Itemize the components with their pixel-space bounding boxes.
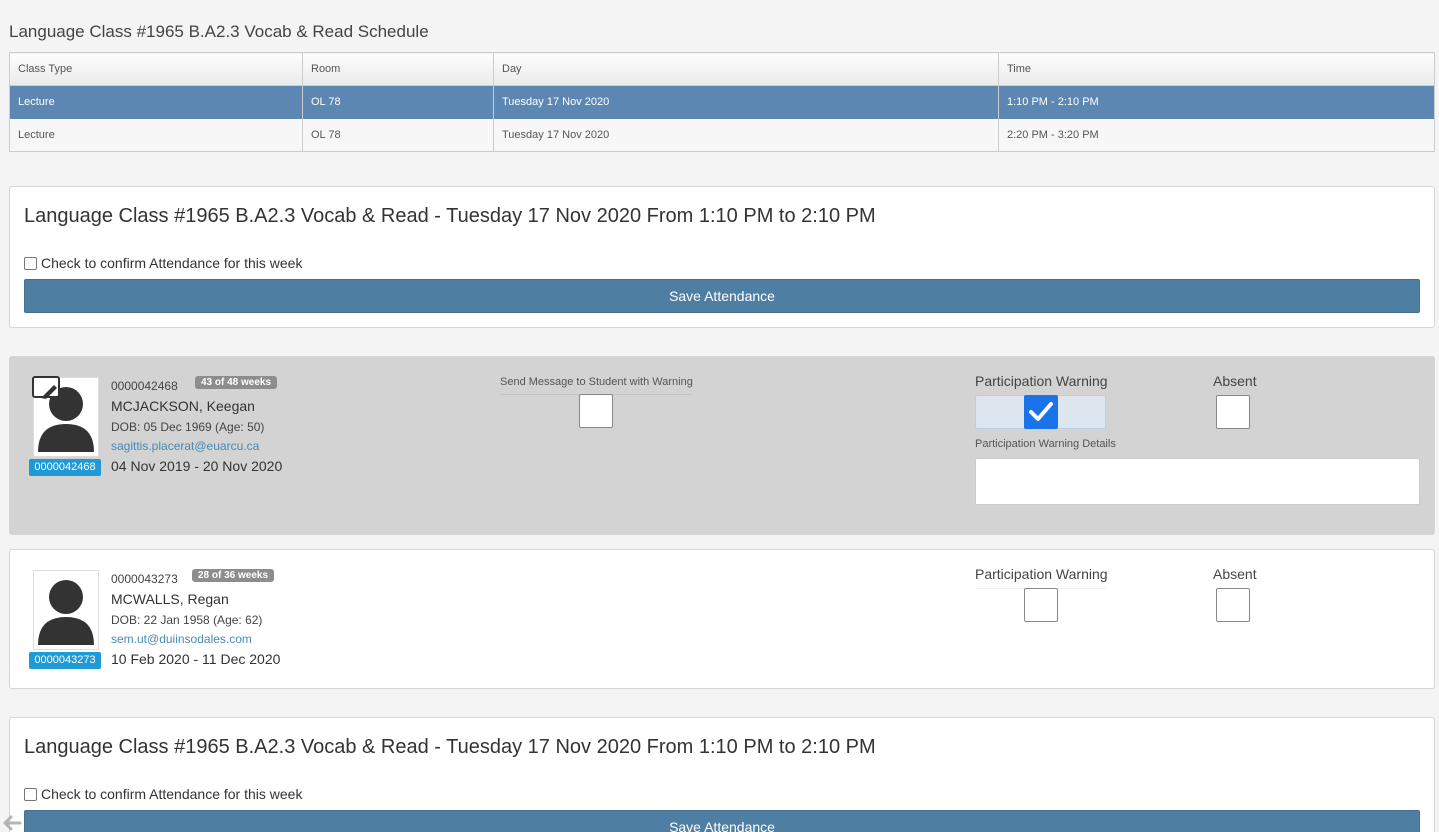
student-email[interactable]: sagittis.placerat@euarcu.ca xyxy=(111,439,259,453)
schedule-header-row: Class Type Room Day Time xyxy=(9,52,1435,86)
enrolment-dates: 10 Feb 2020 - 11 Dec 2020 xyxy=(111,651,281,667)
cell-room: OL 78 xyxy=(302,118,494,152)
cell-day: Tuesday 17 Nov 2020 xyxy=(493,118,999,152)
column-header-day[interactable]: Day xyxy=(493,52,999,86)
absent-label: Absent xyxy=(1213,373,1257,389)
schedule-title: Language Class #1965 B.A2.3 Vocab & Read… xyxy=(9,22,429,41)
student-name: MCWALLS, Regan xyxy=(111,591,229,607)
weeks-badge: 43 of 48 weeks xyxy=(195,376,278,389)
absent-label: Absent xyxy=(1213,566,1257,582)
participation-warning-label: Participation Warning xyxy=(975,373,1108,389)
cell-time: 2:20 PM - 3:20 PM xyxy=(998,118,1435,152)
column-header-room[interactable]: Room xyxy=(302,52,494,86)
confirm-attendance-checkbox[interactable] xyxy=(24,256,37,270)
enrolment-dates: 04 Nov 2019 - 20 Nov 2020 xyxy=(111,458,283,474)
confirm-attendance-checkbox[interactable] xyxy=(24,787,37,801)
table-row[interactable]: Lecture OL 78 Tuesday 17 Nov 2020 2:20 P… xyxy=(9,118,1435,152)
student-card: 0000043273 0000043273 28 of 36 weeks MCW… xyxy=(9,549,1435,689)
confirm-attendance-label: Check to confirm Attendance for this wee… xyxy=(41,255,303,271)
participation-warning-checkbox[interactable] xyxy=(1024,588,1058,622)
send-message-checkbox[interactable] xyxy=(579,394,613,428)
session-title: Language Class #1965 B.A2.3 Vocab & Read… xyxy=(24,205,876,227)
student-email[interactable]: sem.ut@duiinsodales.com xyxy=(111,632,252,646)
warning-details-textarea[interactable] xyxy=(975,458,1420,505)
student-id: 0000042468 xyxy=(111,379,178,393)
avatar xyxy=(33,570,99,650)
session-panel-bottom: Language Class #1965 B.A2.3 Vocab & Read… xyxy=(9,717,1435,832)
save-attendance-button[interactable]: Save Attendance xyxy=(24,810,1420,832)
confirm-attendance-row[interactable]: Check to confirm Attendance for this wee… xyxy=(24,786,302,802)
weeks-badge: 28 of 36 weeks xyxy=(192,569,275,582)
participation-warning-checkbox[interactable] xyxy=(1024,395,1058,429)
participation-warning-label: Participation Warning xyxy=(975,566,1108,582)
edit-photo-icon[interactable] xyxy=(32,376,60,399)
absent-checkbox[interactable] xyxy=(1216,588,1250,622)
cell-room: OL 78 xyxy=(302,85,494,119)
schedule-table: Class Type Room Day Time Lecture OL 78 T… xyxy=(9,52,1435,152)
send-message-label: Send Message to Student with Warning xyxy=(500,376,693,388)
person-icon xyxy=(38,580,94,645)
warning-details-label: Participation Warning Details xyxy=(975,438,1116,450)
student-id: 0000043273 xyxy=(111,572,178,586)
student-name: MCJACKSON, Keegan xyxy=(111,398,255,414)
confirm-attendance-label: Check to confirm Attendance for this wee… xyxy=(41,786,303,802)
cell-time: 1:10 PM - 2:10 PM xyxy=(998,85,1435,119)
table-row[interactable]: Lecture OL 78 Tuesday 17 Nov 2020 1:10 P… xyxy=(9,85,1435,119)
save-attendance-button[interactable]: Save Attendance xyxy=(24,279,1420,313)
confirm-attendance-row[interactable]: Check to confirm Attendance for this wee… xyxy=(24,255,302,271)
back-arrow-icon[interactable] xyxy=(0,814,22,832)
cell-class-type: Lecture xyxy=(9,85,303,119)
session-title: Language Class #1965 B.A2.3 Vocab & Read… xyxy=(24,736,876,758)
session-panel-top: Language Class #1965 B.A2.3 Vocab & Read… xyxy=(9,186,1435,328)
student-dob: DOB: 22 Jan 1958 (Age: 62) xyxy=(111,613,263,627)
cell-day: Tuesday 17 Nov 2020 xyxy=(493,85,999,119)
cell-class-type: Lecture xyxy=(9,118,303,152)
student-card: 0000042468 0000042468 43 of 48 weeks MCJ… xyxy=(9,356,1435,535)
student-id-badge[interactable]: 0000042468 xyxy=(29,459,101,476)
column-header-class-type[interactable]: Class Type xyxy=(9,52,303,86)
avatar xyxy=(32,376,99,457)
checkmark-icon xyxy=(1029,402,1053,421)
absent-checkbox[interactable] xyxy=(1216,395,1250,429)
student-dob: DOB: 05 Dec 1969 (Age: 50) xyxy=(111,420,265,434)
column-header-time[interactable]: Time xyxy=(998,52,1435,86)
student-id-badge[interactable]: 0000043273 xyxy=(29,652,101,669)
